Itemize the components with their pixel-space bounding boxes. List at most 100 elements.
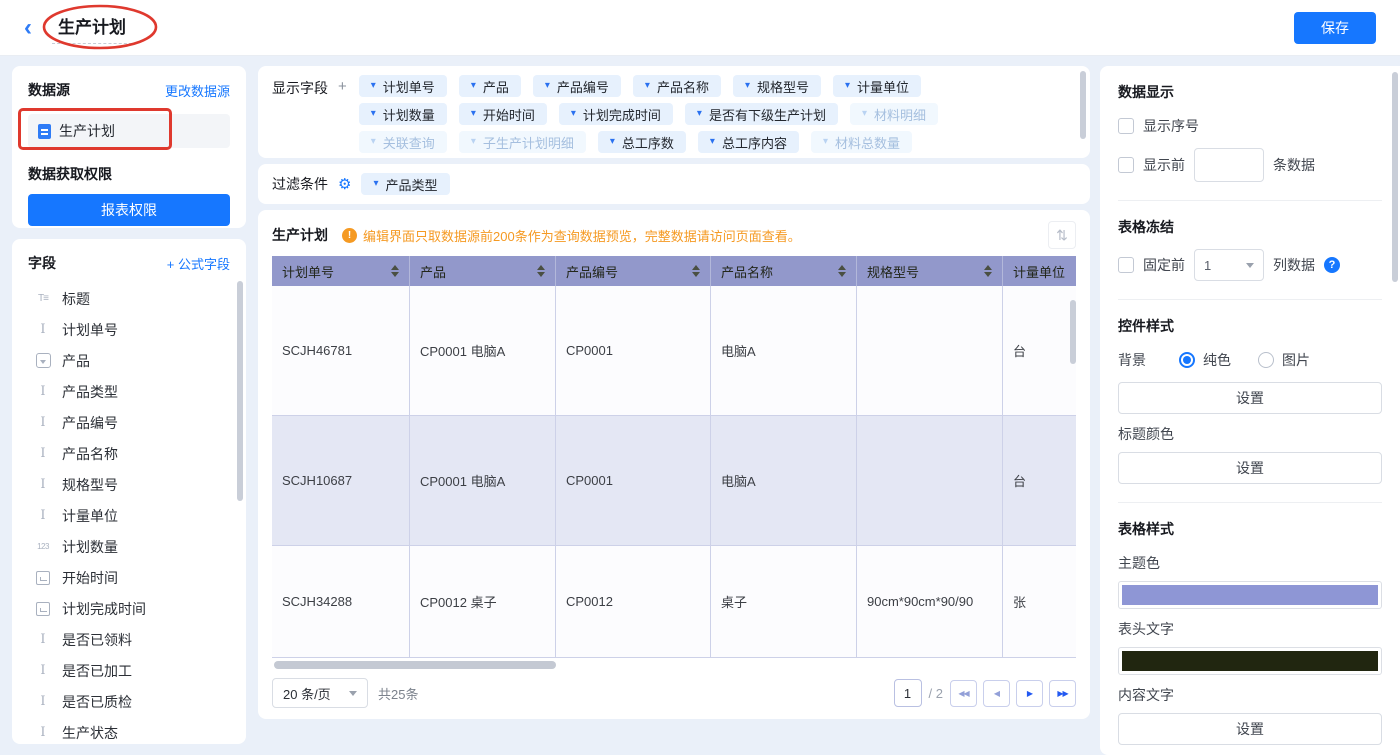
field-tag[interactable]: ▾计划单号 [359, 75, 447, 97]
field-item[interactable]: 生产状态 [28, 717, 230, 744]
sort-arrows-icon[interactable] [984, 265, 992, 277]
show-first-checkbox[interactable] [1118, 157, 1134, 173]
prev-page-button[interactable]: ◀ [983, 680, 1010, 707]
field-item[interactable]: 规格型号 [28, 469, 230, 500]
page-size-select[interactable]: 20 条/页 [272, 678, 368, 708]
field-tag[interactable]: ▾计量单位 [833, 75, 921, 97]
table-cell: CP0001 电脑A [410, 416, 556, 546]
datasource-item[interactable]: 生产计划 [28, 114, 230, 148]
tag-label: 材料总数量 [835, 133, 900, 152]
page-total: / 2 [929, 686, 943, 701]
filter-tags: ▾产品类型 [361, 173, 449, 195]
table-cell: 台 [1003, 416, 1076, 546]
header-text-swatch[interactable] [1118, 647, 1382, 675]
freeze-checkbox[interactable] [1118, 257, 1134, 273]
caret-down-icon: ▾ [371, 137, 376, 147]
table-horizontal-scrollbar[interactable] [272, 661, 1076, 669]
add-formula-field-link[interactable]: + 公式字段 [167, 254, 230, 273]
display-fields-scrollbar[interactable] [1080, 71, 1086, 139]
field-item[interactable]: 产品名称 [28, 438, 230, 469]
image-radio[interactable] [1258, 352, 1274, 368]
display-tags: ▾计划单号▾产品▾产品编号▾产品名称▾规格型号▾计量单位▾计划数量▾开始时间▾计… [359, 75, 1076, 149]
field-tag[interactable]: ▾材料明细 [850, 103, 938, 125]
sort-arrows-icon[interactable] [391, 265, 399, 277]
image-label: 图片 [1282, 350, 1310, 370]
background-set-button[interactable]: 设置 [1118, 382, 1382, 414]
field-tag[interactable]: ▾材料总数量 [811, 131, 912, 153]
column-header[interactable]: 产品名称 [711, 256, 857, 286]
field-tag[interactable]: ▾开始时间 [459, 103, 547, 125]
theme-color-label: 主题色 [1118, 553, 1382, 573]
datasource-card: 数据源 更改数据源 生产计划 数据获取权限 报表权限 [12, 66, 246, 228]
table-cell: 台 [1003, 286, 1076, 416]
field-tag[interactable]: ▾产品名称 [633, 75, 721, 97]
field-tag[interactable]: ▾是否有下级生产计划 [685, 103, 838, 125]
solid-color-radio[interactable] [1179, 352, 1195, 368]
column-header[interactable]: 产品 [410, 256, 556, 286]
freeze-title: 表格冻结 [1118, 217, 1382, 237]
field-item[interactable]: 标题 [28, 283, 230, 314]
field-tag[interactable]: ▾子生产计划明细 [459, 131, 586, 153]
field-tag[interactable]: ▾总工序数 [598, 131, 686, 153]
field-item[interactable]: 开始时间 [28, 562, 230, 593]
last-page-button[interactable]: ▶▶ [1049, 680, 1076, 707]
sort-arrows-icon[interactable] [692, 265, 700, 277]
warning-icon: ! [342, 228, 357, 243]
field-tag[interactable]: ▾规格型号 [733, 75, 821, 97]
sort-arrows-icon[interactable] [838, 265, 846, 277]
field-tag[interactable]: ▾计划完成时间 [559, 103, 673, 125]
field-item[interactable]: 计划完成时间 [28, 593, 230, 624]
gear-icon[interactable]: ⚙ [338, 175, 351, 193]
first-page-button[interactable]: ◀◀ [950, 680, 977, 707]
caret-down-icon: ▾ [710, 137, 715, 147]
field-tag[interactable]: ▾计划数量 [359, 103, 447, 125]
sort-arrows-icon[interactable] [537, 265, 545, 277]
column-header[interactable]: 计划单号 [272, 256, 410, 286]
save-button[interactable]: 保存 [1294, 12, 1376, 44]
field-item[interactable]: 产品编号 [28, 407, 230, 438]
field-tag[interactable]: ▾产品 [459, 75, 521, 97]
field-tag[interactable]: ▾产品编号 [533, 75, 621, 97]
scrollbar-thumb[interactable] [274, 661, 556, 669]
field-label: 产品类型 [62, 382, 118, 402]
back-icon[interactable]: ‹ [24, 16, 32, 40]
content-text-set-button[interactable]: 设置 [1118, 713, 1382, 745]
fields-scrollbar[interactable] [237, 281, 243, 501]
field-item[interactable]: 计划数量 [28, 531, 230, 562]
field-item[interactable]: 是否已加工 [28, 655, 230, 686]
table-row[interactable]: SCJH46781CP0001 电脑ACP0001电脑A台 [272, 286, 1076, 416]
change-datasource-link[interactable]: 更改数据源 [165, 81, 230, 100]
theme-color-swatch[interactable] [1118, 581, 1382, 609]
row-limit-input[interactable] [1194, 148, 1264, 182]
field-item[interactable]: 计划单号 [28, 314, 230, 345]
field-item[interactable]: 计量单位 [28, 500, 230, 531]
page-number-input[interactable]: 1 [894, 679, 922, 707]
column-header[interactable]: 产品编号 [556, 256, 711, 286]
column-header[interactable]: 计量单位 [1003, 256, 1076, 286]
field-item[interactable]: 是否已领料 [28, 624, 230, 655]
chevron-down-icon [1246, 263, 1254, 268]
next-page-button[interactable]: ▶ [1016, 680, 1043, 707]
field-item[interactable]: 产品 [28, 345, 230, 376]
column-header[interactable]: 规格型号 [857, 256, 1003, 286]
tag-label: 产品名称 [657, 77, 709, 96]
add-display-field-icon[interactable]: + [338, 78, 347, 149]
caret-down-icon: ▾ [862, 109, 867, 119]
table-cell: SCJH10687 [272, 416, 410, 546]
field-tag[interactable]: ▾产品类型 [361, 173, 449, 195]
report-permission-button[interactable]: 报表权限 [28, 194, 230, 226]
title-color-set-button[interactable]: 设置 [1118, 452, 1382, 484]
table-row[interactable]: SCJH34288CP0012 桌子CP0012桌子90cm*90cm*90/9… [272, 546, 1076, 658]
table-row[interactable]: SCJH10687CP0001 电脑ACP0001电脑A台 [272, 416, 1076, 546]
show-index-checkbox[interactable] [1118, 118, 1134, 134]
freeze-count-select[interactable]: 1 [1194, 249, 1264, 281]
text-field-icon [34, 384, 52, 400]
field-tag[interactable]: ▾关联查询 [359, 131, 447, 153]
field-item[interactable]: 产品类型 [28, 376, 230, 407]
field-tag[interactable]: ▾总工序内容 [698, 131, 799, 153]
sort-order-button[interactable]: ⇅ [1048, 221, 1076, 249]
help-icon[interactable]: ? [1324, 257, 1340, 273]
field-item[interactable]: 是否已质检 [28, 686, 230, 717]
settings-scrollbar[interactable] [1392, 72, 1398, 282]
table-vertical-scrollbar[interactable] [1070, 300, 1076, 364]
